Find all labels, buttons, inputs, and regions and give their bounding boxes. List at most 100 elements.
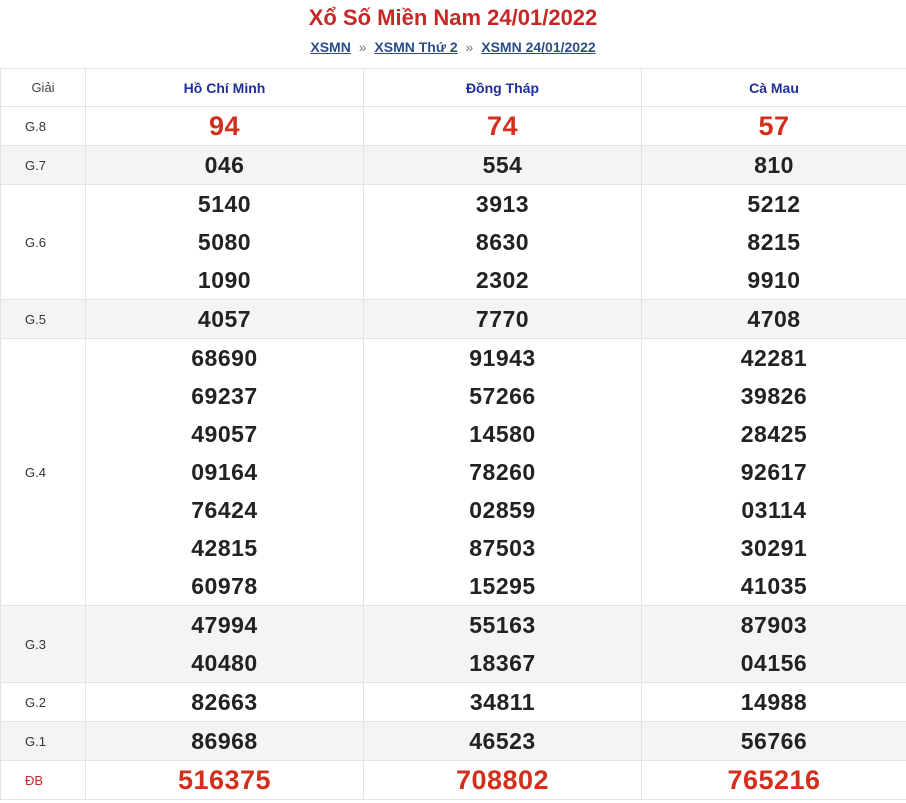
result-number: 14988: [740, 689, 808, 715]
result-number: 810: [754, 152, 794, 178]
result-number: 09164: [191, 459, 258, 485]
result-number: 046: [204, 152, 245, 178]
result-number: 2302: [475, 267, 530, 293]
result-cell: 86968: [85, 721, 364, 761]
breadcrumb-separator: »: [358, 39, 367, 55]
result-cell: 554: [363, 145, 642, 185]
result-cell: 4708: [641, 299, 906, 339]
result-number: 46523: [469, 728, 536, 754]
result-number: 15295: [469, 573, 536, 599]
prize-column-header: Giải: [0, 68, 86, 107]
prize-label: G.1: [0, 721, 86, 761]
result-cell: 42281 39826 28425 92617 03114 30291 41035: [641, 338, 906, 606]
result-number: 60978: [191, 573, 258, 599]
result-cell: 68690 69237 49057 09164 76424 42815 60978: [85, 338, 364, 606]
result-number: 4708: [747, 306, 801, 332]
results-body: G.8 94 74 57 G.7 046 554 810 G.6 5140 5080 1090 3913…: [0, 106, 906, 800]
result-number: 78260: [469, 459, 536, 485]
result-number: 28425: [740, 421, 808, 447]
breadcrumb: XSMN » XSMN Thứ 2 » XSMN 24/01/2022: [0, 36, 906, 60]
result-cell: 5140 5080 1090: [85, 184, 364, 300]
result-number: 34811: [469, 689, 536, 715]
result-number: 56766: [740, 728, 808, 754]
result-cell: 810: [641, 145, 906, 185]
result-cell: 87903 04156: [641, 605, 906, 683]
result-number: 69237: [191, 383, 258, 409]
result-cell: 57: [641, 106, 906, 146]
result-cell: 046: [85, 145, 364, 185]
result-number: 55163: [469, 612, 536, 638]
table-row: G.6 5140 5080 1090 3913 8630 2302 5212 8215 9910: [0, 184, 906, 300]
table-row: G.5 4057 7770 4708: [0, 299, 906, 339]
result-number: 765216: [727, 765, 821, 795]
result-cell: 46523: [363, 721, 642, 761]
result-cell: 56766: [641, 721, 906, 761]
result-cell: 34811: [363, 682, 642, 722]
result-cell: 94: [85, 106, 364, 146]
prize-label: G.4: [0, 338, 86, 606]
result-cell: 82663: [85, 682, 364, 722]
result-number: 68690: [191, 345, 258, 371]
result-cell: 3913 8630 2302: [363, 184, 642, 300]
result-number: 8630: [475, 229, 530, 255]
result-number: 76424: [191, 497, 258, 523]
prize-label: G.5: [0, 299, 86, 339]
result-number: 9910: [747, 267, 801, 293]
result-number: 57: [758, 111, 790, 141]
prize-label: G.7: [0, 145, 86, 185]
prize-label: G.6: [0, 184, 86, 300]
result-number: 554: [482, 152, 523, 178]
result-number: 49057: [191, 421, 258, 447]
result-number: 42815: [191, 535, 258, 561]
table-row: G.7 046 554 810: [0, 145, 906, 185]
result-number: 94: [208, 111, 241, 141]
breadcrumb-link-xsmn-thu-2[interactable]: XSMN Thứ 2: [374, 39, 457, 55]
prize-label: ĐB: [0, 760, 86, 800]
result-number: 3913: [475, 191, 530, 217]
result-cell: 7770: [363, 299, 642, 339]
result-number: 74: [486, 111, 519, 141]
result-number: 5140: [197, 191, 252, 217]
result-number: 14580: [469, 421, 536, 447]
result-cell: 14988: [641, 682, 906, 722]
result-number: 47994: [191, 612, 258, 638]
result-number: 92617: [740, 459, 808, 485]
table-header-row: Giải Hồ Chí Minh Đồng Tháp Cà Mau: [0, 68, 906, 107]
result-cell: 91943 57266 14580 78260 02859 87503 15295: [363, 338, 642, 606]
result-number: 7770: [475, 306, 530, 332]
result-number: 30291: [740, 535, 808, 561]
result-number: 04156: [740, 650, 808, 676]
result-cell: 765216: [641, 760, 906, 800]
result-cell: 4057: [85, 299, 364, 339]
breadcrumb-separator: »: [465, 39, 474, 55]
result-number: 03114: [741, 497, 807, 523]
table-row: G.8 94 74 57: [0, 106, 906, 146]
breadcrumb-link-xsmn[interactable]: XSMN: [310, 39, 350, 55]
result-cell: 516375: [85, 760, 364, 800]
result-number: 1090: [197, 267, 252, 293]
table-row: G.4 68690 69237 49057 09164 76424 42815 60978 91…: [0, 338, 906, 606]
result-number: 42281: [740, 345, 808, 371]
result-cell: 74: [363, 106, 642, 146]
table-row: G.1 86968 46523 56766: [0, 721, 906, 761]
result-number: 02859: [469, 497, 536, 523]
result-number: 40480: [191, 650, 258, 676]
result-number: 708802: [455, 765, 550, 795]
result-number: 87503: [469, 535, 536, 561]
result-number: 4057: [197, 306, 252, 332]
prize-label: G.3: [0, 605, 86, 683]
result-cell: 47994 40480: [85, 605, 364, 683]
result-number: 5212: [747, 191, 801, 217]
results-page: Xổ Số Miền Nam 24/01/2022 XSMN » XSMN Th…: [0, 0, 906, 803]
prize-label: G.8: [0, 106, 86, 146]
breadcrumb-link-xsmn-date[interactable]: XSMN 24/01/2022: [481, 39, 595, 55]
results-table: Giải Hồ Chí Minh Đồng Tháp Cà Mau G.8 94 7…: [0, 68, 906, 800]
table-row: G.2 82663 34811 14988: [0, 682, 906, 722]
table-row: ĐB 516375 708802 765216: [0, 760, 906, 800]
page-title: Xổ Số Miền Nam 24/01/2022: [308, 5, 598, 30]
result-cell: 5212 8215 9910: [641, 184, 906, 300]
result-number: 87903: [740, 612, 808, 638]
result-number: 91943: [469, 345, 536, 371]
result-number: 516375: [177, 765, 272, 795]
province-header-ca-mau: Cà Mau: [641, 68, 906, 107]
